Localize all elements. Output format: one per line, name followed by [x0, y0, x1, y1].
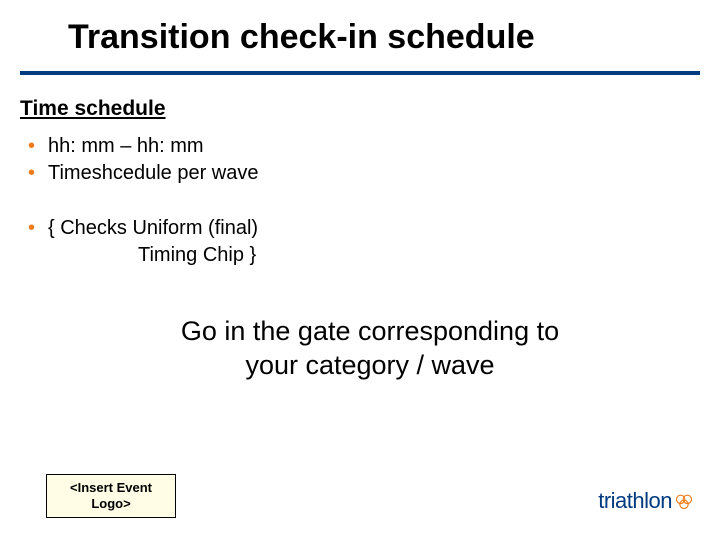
triathlon-brand: triathlon	[598, 488, 694, 514]
bullet-time-range: hh: mm – hh: mm	[28, 133, 720, 160]
triathlon-wordmark: triathlon	[598, 488, 672, 514]
bullet-timeschedule-per-wave: Timeshcedule per wave	[28, 160, 720, 187]
bullet-checks-uniform: { Checks Uniform (final)	[28, 215, 720, 242]
bullet-timing-chip: Timing Chip }	[20, 242, 720, 269]
bullet-list-checks: { Checks Uniform (final)	[20, 215, 720, 242]
gate-instruction-line1: Go in the gate corresponding to	[181, 316, 559, 346]
slide-title: Transition check-in schedule	[0, 0, 720, 57]
content-area: Time schedule hh: mm – hh: mm Timeshcedu…	[0, 75, 720, 383]
gate-instruction-line2: your category / wave	[245, 350, 494, 380]
gate-instruction: Go in the gate corresponding to your cat…	[20, 315, 720, 383]
triathlon-rings-icon	[674, 491, 694, 511]
event-logo-placeholder: <Insert Event Logo>	[46, 474, 176, 518]
bullet-list: hh: mm – hh: mm Timeshcedule per wave	[20, 133, 720, 187]
time-schedule-heading: Time schedule	[20, 97, 720, 121]
